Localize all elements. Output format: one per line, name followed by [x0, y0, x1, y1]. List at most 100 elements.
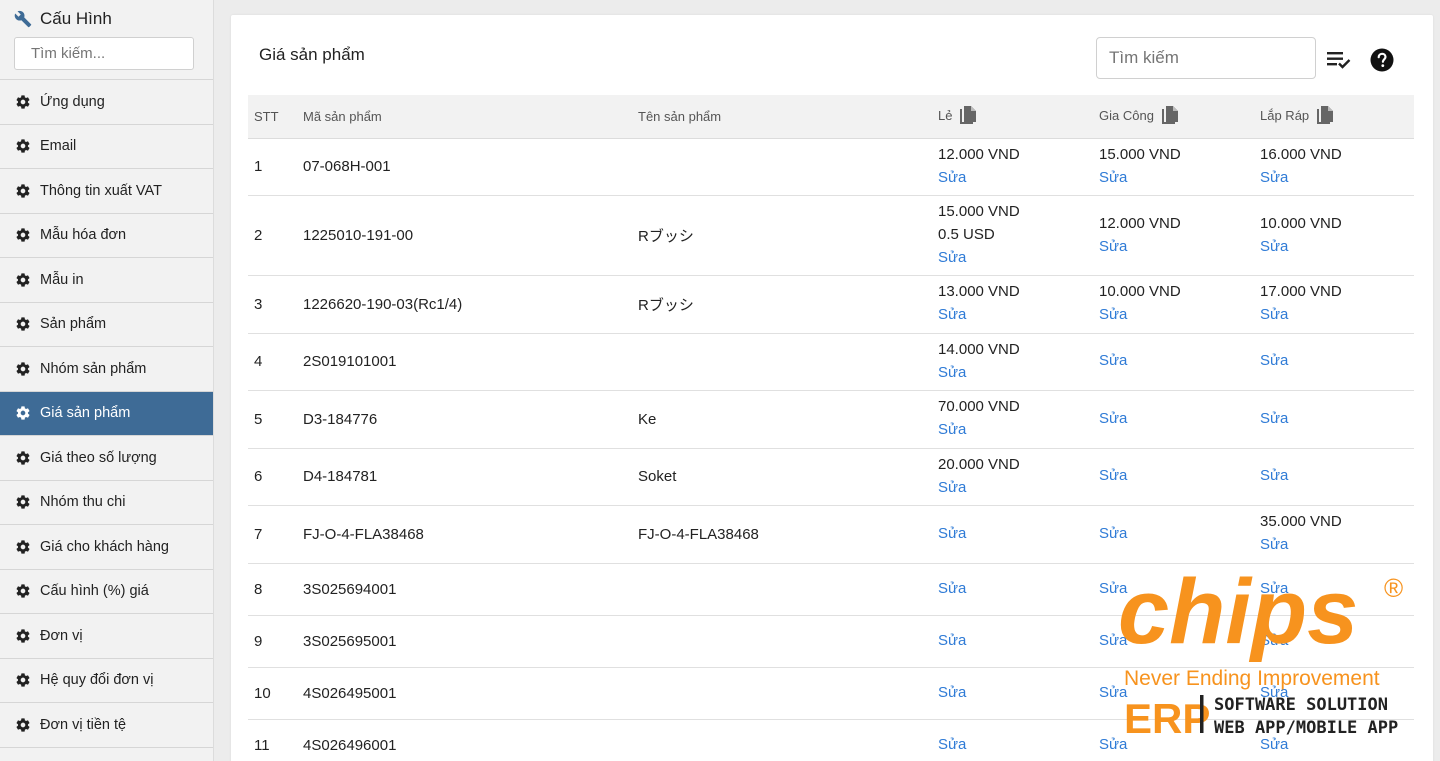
gear-icon — [15, 183, 31, 199]
cell-lr: 16.000 VND Sửa — [1254, 138, 1414, 196]
cell-stt: 6 — [248, 448, 297, 506]
edit-link[interactable]: Sửa — [1099, 350, 1248, 373]
edit-link[interactable]: Sửa — [1099, 236, 1248, 259]
cell-le: Sửa — [932, 563, 1093, 616]
search-input[interactable] — [1096, 37, 1316, 79]
cell-stt: 8 — [248, 563, 297, 616]
edit-link[interactable]: Sửa — [938, 734, 1087, 757]
cell-name — [632, 667, 932, 720]
cell-code: 3S025694001 — [297, 563, 632, 616]
edit-link[interactable]: Sửa — [1260, 167, 1408, 190]
edit-link[interactable]: Sửa — [1099, 167, 1248, 190]
price-value: 10.000 VND — [1099, 283, 1181, 301]
price-value: 16.000 VND — [1260, 145, 1342, 163]
edit-link[interactable]: Sửa — [938, 523, 1087, 546]
table-row: 1 07-068H-001 12.000 VND Sửa 15.000 VND Sửa 16… — [248, 138, 1414, 196]
edit-link[interactable]: Sửa — [938, 362, 1087, 385]
sidebar-item-san-pham[interactable]: Sản phẩm — [0, 303, 213, 347]
checklist-icon[interactable] — [1326, 49, 1352, 71]
sidebar-item-gia-theo-so-luong[interactable]: Giá theo số lượng — [0, 436, 213, 481]
gear-icon — [15, 405, 31, 421]
edit-link[interactable]: Sửa — [1260, 304, 1408, 327]
sidebar-item-nhom-san-pham[interactable]: Nhóm sản phẩm — [0, 347, 213, 392]
edit-link[interactable]: Sửa — [938, 578, 1087, 601]
edit-link[interactable]: Sửa — [1260, 350, 1408, 373]
price-value: 20.000 VND — [938, 455, 1020, 473]
sidebar-item-mau-in[interactable]: Mẫu in — [0, 258, 213, 303]
cell-lr: Sửa — [1254, 390, 1414, 449]
sidebar-item-nhom-thu-chi[interactable]: Nhóm thu chi — [0, 481, 213, 525]
sidebar-item-cau-hinh-gia[interactable]: Cấu hình (%) giá — [0, 570, 213, 614]
cell-name: Rブッシ — [632, 275, 932, 334]
gear-icon — [15, 494, 31, 510]
price-value: 35.000 VND — [1260, 513, 1342, 531]
copy-icon[interactable] — [1317, 105, 1335, 128]
cell-name — [632, 563, 932, 616]
cell-le: 12.000 VND Sửa — [932, 138, 1093, 196]
sidebar-item-mau-hoa-don[interactable]: Mẫu hóa đơn — [0, 214, 213, 258]
edit-link[interactable]: Sửa — [1099, 523, 1248, 546]
price-value: 12.000 VND — [938, 145, 1020, 163]
cell-lr: Sửa — [1254, 448, 1414, 506]
sidebar-item-label: Giá theo số lượng — [40, 449, 157, 466]
edit-link[interactable]: Sửa — [938, 630, 1087, 653]
cell-code: 07-068H-001 — [297, 138, 632, 196]
sidebar-item-email[interactable]: Email — [0, 125, 213, 169]
sidebar-item-gia-san-pham[interactable]: Giá sản phẩm — [0, 391, 213, 436]
edit-link[interactable]: Sửa — [1260, 534, 1408, 557]
cell-code: D4-184781 — [297, 448, 632, 506]
cell-le: Sửa — [932, 667, 1093, 720]
edit-link[interactable]: Sửa — [938, 477, 1087, 500]
sidebar-item-label: Sản phẩm — [40, 316, 107, 333]
cell-stt: 3 — [248, 275, 297, 334]
gear-icon — [15, 94, 31, 110]
table-row: 5 D3-184776 Ke 70.000 VND Sửa Sửa Sửa — [248, 390, 1414, 449]
cell-le: 14.000 VND Sửa — [932, 333, 1093, 391]
edit-link[interactable]: Sửa — [1099, 408, 1248, 431]
edit-link[interactable]: Sửa — [1260, 236, 1408, 259]
page-title: Giá sản phẩm — [259, 45, 365, 64]
cell-code: 4S026495001 — [297, 667, 632, 720]
cell-name: FJ-O-4-FLA38468 — [632, 505, 932, 564]
sidebar-item-thong-tin-xuat-vat[interactable]: Thông tin xuất VAT — [0, 169, 213, 214]
sidebar-item-label: Đơn vị tiền tệ — [40, 716, 127, 733]
table-row: 3 1226620-190-03(Rc1/4) Rブッシ 13.000 VND Sửa 1… — [248, 275, 1414, 334]
edit-link[interactable]: Sửa — [938, 304, 1087, 327]
cell-name: Rブッシ — [632, 195, 932, 276]
copy-icon[interactable] — [960, 105, 978, 128]
sidebar-item-gia-cho-khach-hang[interactable]: Giá cho khách hàng — [0, 525, 213, 570]
sidebar-item-don-vi[interactable]: Đơn vị — [0, 614, 213, 659]
price-value: 0.5 USD — [938, 226, 995, 244]
column-header-code: Mã sản phẩm — [297, 95, 632, 139]
cell-le: 20.000 VND Sửa — [932, 448, 1093, 506]
edit-link[interactable]: Sửa — [1260, 465, 1408, 488]
price-value: 15.000 VND — [938, 203, 1020, 221]
gear-icon — [15, 138, 31, 154]
sidebar-item-don-vi-tien-te[interactable]: Đơn vị tiền tệ — [0, 703, 213, 748]
gear-icon — [15, 672, 31, 688]
cell-stt: 4 — [248, 333, 297, 391]
sidebar-item-ung-dung[interactable]: Ứng dụng — [0, 80, 213, 125]
table-row: 2 1225010-191-00 Rブッシ 15.000 VND 0.5 USD Sửa 1… — [248, 195, 1414, 276]
edit-link[interactable]: Sửa — [938, 419, 1087, 442]
help-icon[interactable] — [1370, 48, 1394, 72]
cell-name: Ke — [632, 390, 932, 449]
cell-lr: Sửa — [1254, 333, 1414, 391]
sidebar: Cấu Hình Ứng dụng Email Thông tin xuất VAT… — [0, 0, 214, 761]
cell-code: 3S025695001 — [297, 615, 632, 668]
sidebar-item-label: Ứng dụng — [40, 93, 105, 110]
sidebar-item-he-quy-doi-don-vi[interactable]: Hệ quy đổi đơn vị — [0, 659, 213, 703]
edit-link[interactable]: Sửa — [1260, 408, 1408, 431]
sidebar-item-label: Nhóm sản phẩm — [40, 360, 147, 377]
sidebar-search-input[interactable] — [14, 37, 194, 70]
cell-code: 4S026496001 — [297, 719, 632, 761]
sidebar-item-label: Thông tin xuất VAT — [40, 182, 162, 199]
edit-link[interactable]: Sửa — [1099, 465, 1248, 488]
edit-link[interactable]: Sửa — [938, 682, 1087, 705]
cell-gc: 10.000 VND Sửa — [1093, 275, 1254, 334]
edit-link[interactable]: Sửa — [1099, 304, 1248, 327]
edit-link[interactable]: Sửa — [938, 247, 1087, 270]
edit-link[interactable]: Sửa — [938, 167, 1087, 190]
cell-code: 1226620-190-03(Rc1/4) — [297, 275, 632, 334]
copy-icon[interactable] — [1161, 105, 1180, 128]
